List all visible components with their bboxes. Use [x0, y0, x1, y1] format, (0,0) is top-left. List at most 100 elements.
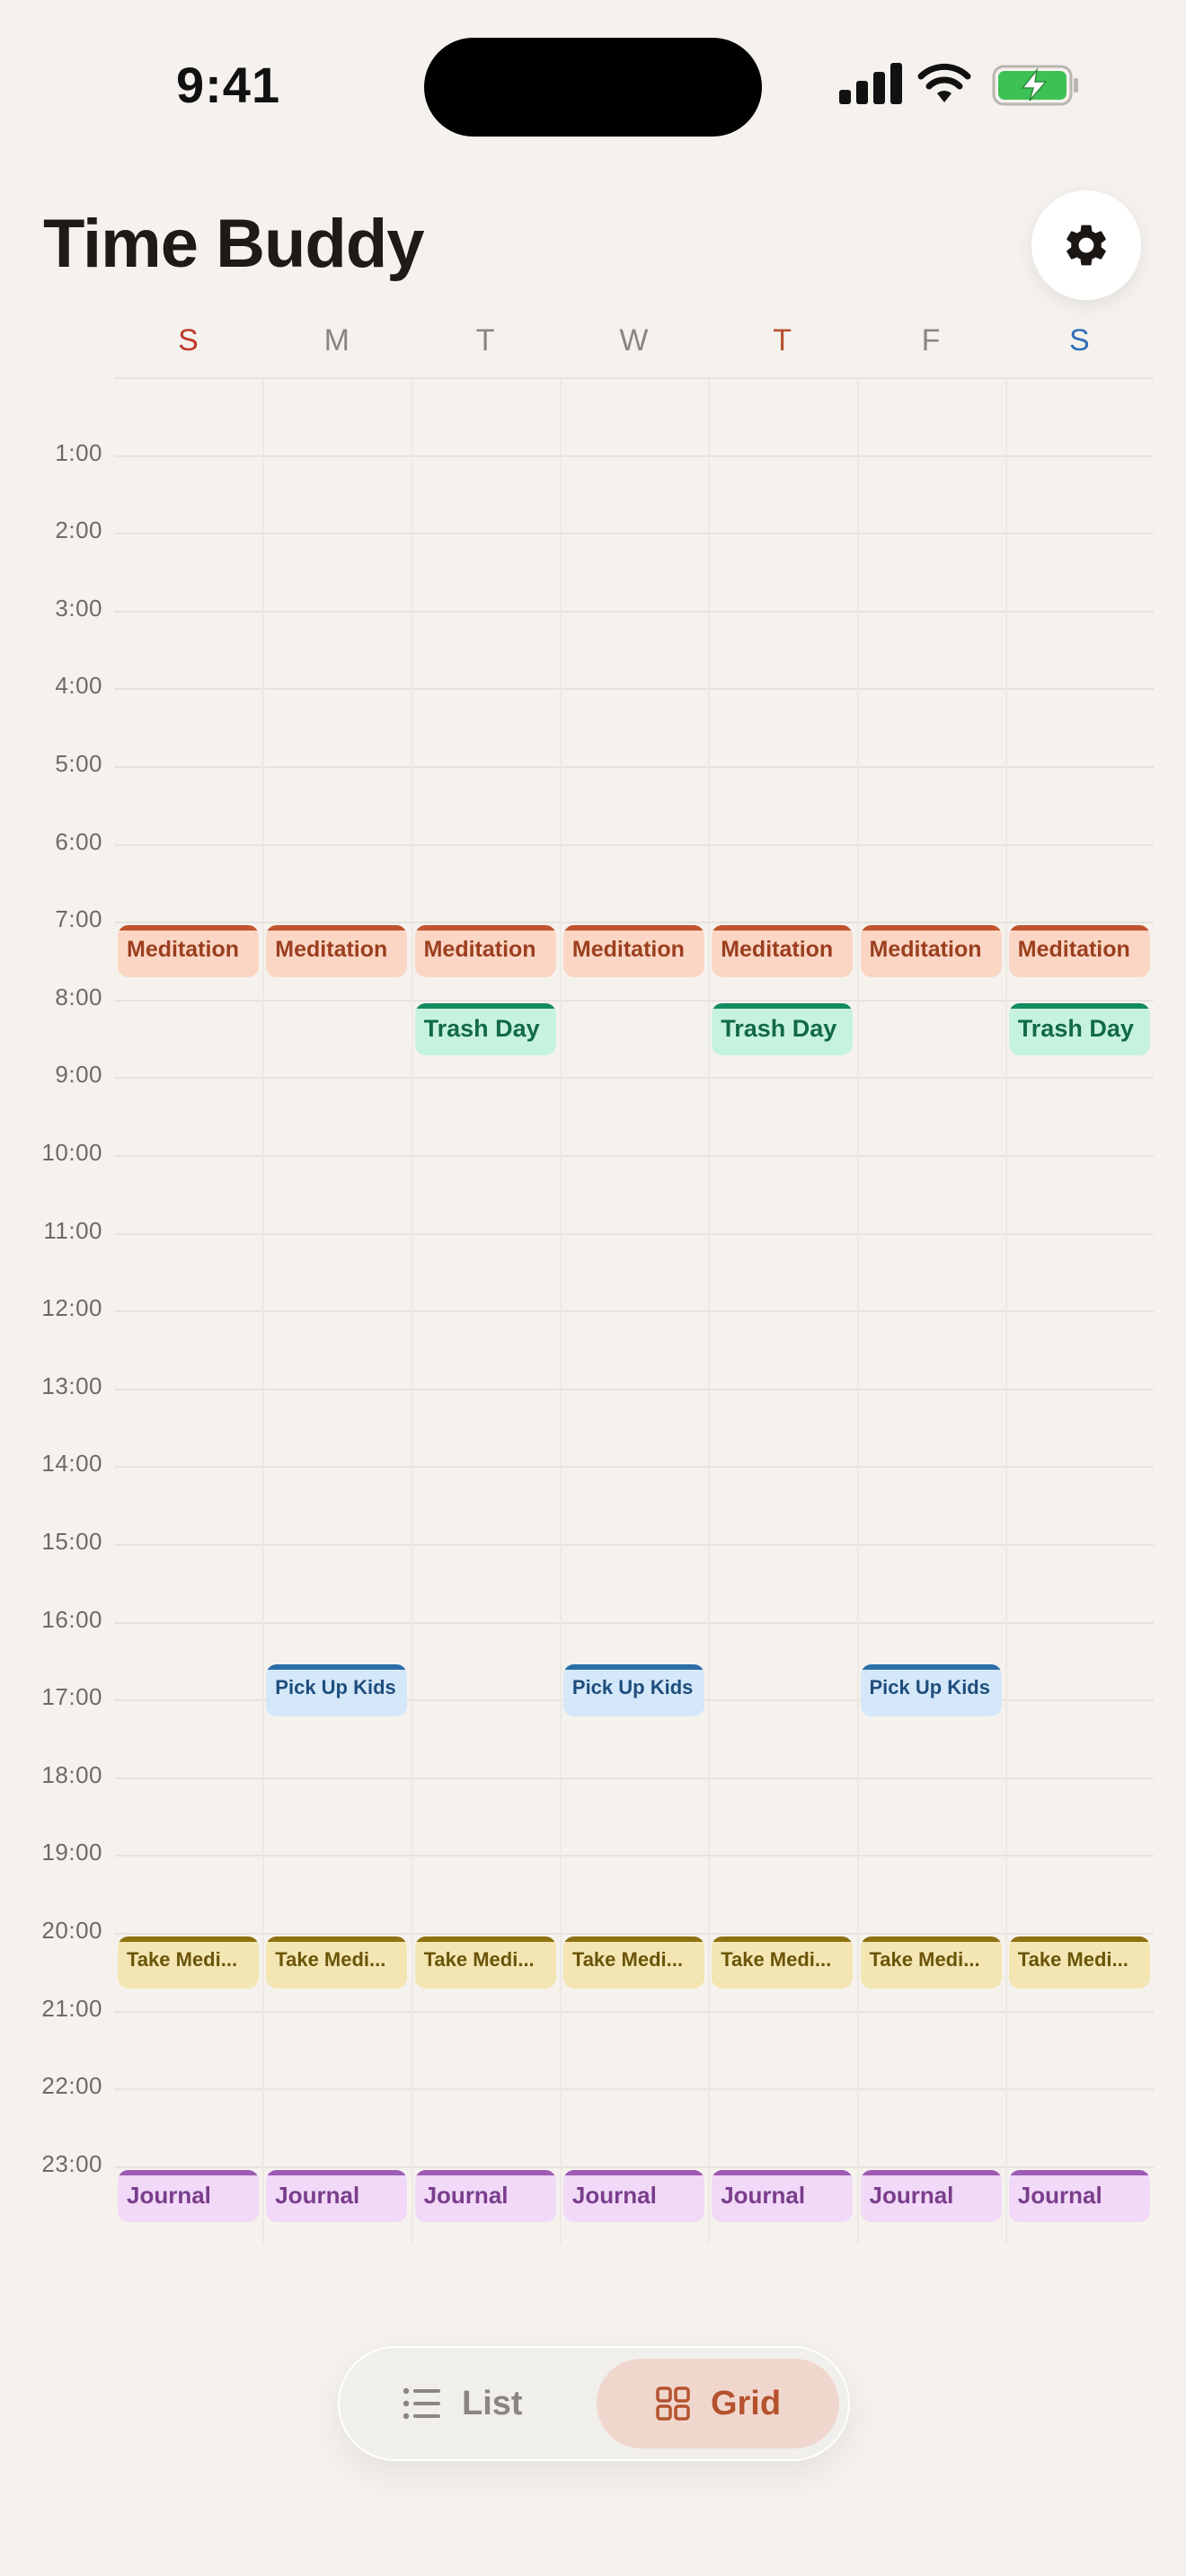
hour-label: 11:00 — [43, 1216, 102, 1244]
event-take[interactable]: Take Medi... — [118, 1936, 259, 1989]
event-kids[interactable]: Pick Up Kids — [860, 1663, 1002, 1716]
hour-gridline — [114, 454, 1154, 457]
hour-label: 2:00 — [55, 516, 102, 544]
grid-view-button[interactable]: Grid — [597, 2359, 839, 2448]
settings-button[interactable] — [1031, 190, 1141, 300]
hour-gridline — [114, 843, 1154, 846]
day-header-4: T — [773, 323, 792, 357]
hour-gridline — [114, 610, 1154, 613]
event-trash[interactable]: Trash Day — [414, 1002, 556, 1055]
hour-label: 5:00 — [55, 750, 102, 777]
hour-gridline — [114, 1388, 1154, 1390]
view-toggle: List Grid — [338, 2346, 850, 2461]
day-header-2: T — [475, 323, 495, 357]
event-journal[interactable]: Journal — [860, 2169, 1002, 2222]
day-column-divider — [1005, 379, 1007, 2244]
hour-label: 22:00 — [41, 2072, 102, 2100]
event-med[interactable]: Meditation — [414, 925, 556, 978]
day-column-divider — [411, 379, 413, 2244]
event-take[interactable]: Take Medi... — [860, 1936, 1002, 1989]
hour-gridline — [114, 1855, 1154, 1857]
day-header-3: W — [619, 323, 649, 357]
battery-charging-icon — [992, 65, 1078, 106]
hour-gridline — [114, 999, 1154, 1001]
event-take[interactable]: Take Medi... — [712, 1936, 854, 1989]
hour-gridline — [114, 1077, 1154, 1080]
event-journal[interactable]: Journal — [562, 2169, 704, 2222]
day-column-divider — [559, 379, 562, 2244]
event-journal[interactable]: Journal — [414, 2169, 556, 2222]
hour-gridline — [114, 1621, 1154, 1624]
hour-label: 19:00 — [41, 1839, 102, 1866]
page-title: Time Buddy — [43, 206, 425, 282]
dynamic-island — [424, 38, 762, 137]
event-take[interactable]: Take Medi... — [562, 1936, 704, 1989]
hour-label: 15:00 — [41, 1528, 102, 1555]
event-med[interactable]: Meditation — [118, 925, 259, 978]
day-header-5: F — [921, 323, 941, 357]
event-trash[interactable]: Trash Day — [712, 1002, 854, 1055]
hour-gridline — [114, 2166, 1154, 2168]
day-column-divider — [708, 379, 711, 2244]
hour-gridline — [114, 1466, 1154, 1469]
hour-label: 9:00 — [55, 1061, 102, 1089]
hour-label: 1:00 — [55, 438, 102, 466]
hour-gridline — [114, 688, 1154, 691]
hour-label: 16:00 — [41, 1605, 102, 1633]
hour-gridline — [114, 1232, 1154, 1235]
hour-gridline — [114, 1544, 1154, 1546]
gear-icon — [1067, 225, 1106, 266]
status-time: 9:41 — [176, 57, 281, 113]
hour-label: 17:00 — [41, 1683, 102, 1711]
wifi-icon — [917, 63, 971, 102]
hour-label: 23:00 — [41, 2149, 102, 2177]
event-med[interactable]: Meditation — [712, 925, 854, 978]
hour-gridline — [114, 1310, 1154, 1313]
event-med[interactable]: Meditation — [562, 925, 704, 978]
event-med[interactable]: Meditation — [1008, 925, 1150, 978]
week-grid[interactable]: Meditation Meditation Meditation Meditation… — [114, 377, 1154, 2245]
event-journal[interactable]: Journal — [712, 2169, 854, 2222]
hour-gridline — [114, 2088, 1154, 2091]
event-journal[interactable]: Journal — [1008, 2169, 1150, 2222]
hour-gridline — [114, 1933, 1154, 1935]
event-med[interactable]: Meditation — [266, 925, 408, 978]
hour-label: 18:00 — [41, 1760, 102, 1788]
hour-label: 20:00 — [41, 1917, 102, 1944]
event-take[interactable]: Take Medi... — [1008, 1936, 1150, 1989]
hour-label: 7:00 — [55, 905, 102, 933]
cellular-signal-icon — [839, 61, 902, 104]
day-column-divider — [262, 379, 265, 2244]
grid-icon — [656, 2386, 690, 2421]
list-icon — [403, 2387, 440, 2420]
hour-gridline — [114, 1155, 1154, 1157]
event-journal[interactable]: Journal — [118, 2169, 259, 2222]
event-kids[interactable]: Pick Up Kids — [266, 1663, 408, 1716]
event-journal[interactable]: Journal — [266, 2169, 408, 2222]
hour-gridline — [114, 2010, 1154, 2013]
hour-gridline — [114, 533, 1154, 535]
event-med[interactable]: Meditation — [860, 925, 1002, 978]
hour-gridline — [114, 1777, 1154, 1779]
day-header-6: S — [1068, 323, 1090, 357]
event-take[interactable]: Take Medi... — [266, 1936, 408, 1989]
hour-label: 14:00 — [41, 1450, 102, 1478]
hour-label: 13:00 — [41, 1372, 102, 1399]
hour-label: 8:00 — [55, 983, 102, 1010]
day-header-1: M — [323, 323, 350, 357]
event-kids[interactable]: Pick Up Kids — [562, 1663, 704, 1716]
hour-label: 10:00 — [41, 1139, 102, 1166]
event-take[interactable]: Take Medi... — [414, 1936, 556, 1989]
hour-gridline — [114, 766, 1154, 768]
hour-label: 3:00 — [55, 594, 102, 622]
hour-label: 21:00 — [41, 1994, 102, 2022]
event-trash[interactable]: Trash Day — [1008, 1002, 1150, 1055]
grid-view-label: Grid — [710, 2384, 782, 2422]
hour-label: 12:00 — [41, 1294, 102, 1322]
hour-gridline — [114, 377, 1154, 379]
hour-label: 6:00 — [55, 827, 102, 855]
day-header-0: S — [178, 323, 199, 357]
list-view-label: List — [462, 2384, 523, 2422]
hour-gridline — [114, 922, 1154, 924]
list-view-button[interactable]: List — [403, 2373, 523, 2434]
